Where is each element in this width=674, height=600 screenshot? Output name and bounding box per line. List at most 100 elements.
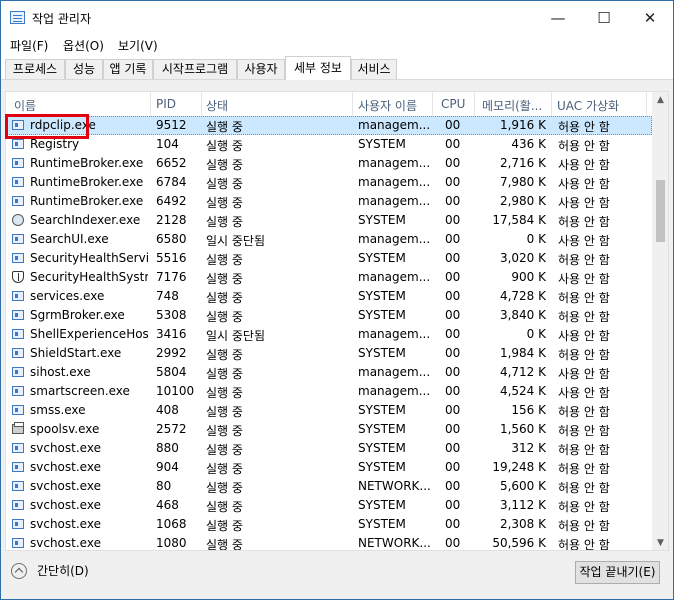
process-status: 실행 중: [206, 310, 243, 324]
table-row[interactable]: smss.exe 408 실행 중 SYSTEM 00 156 K 허용 안 함: [6, 401, 652, 420]
menu-file[interactable]: 파일(F): [10, 37, 48, 54]
process-pid: 3416: [156, 327, 187, 341]
column-header-cpu[interactable]: CPU: [441, 97, 471, 111]
minimize-button[interactable]: —: [535, 1, 581, 35]
table-row[interactable]: SgrmBroker.exe 5308 실행 중 SYSTEM 00 3,840 K 허용 …: [6, 306, 652, 325]
process-memory: 0 K: [526, 327, 546, 341]
table-row[interactable]: ShieldStart.exe 2992 실행 중 SYSTEM 00 1,984 K 허용…: [6, 344, 652, 363]
maximize-button[interactable]: ☐: [581, 1, 627, 35]
scroll-up-arrow-icon[interactable]: ▲: [652, 92, 668, 109]
process-memory: 900 K: [511, 270, 546, 284]
process-user: SYSTEM: [358, 460, 406, 474]
process-uac: 허용 안 함: [558, 538, 610, 551]
process-uac: 허용 안 함: [558, 519, 610, 533]
table-row[interactable]: services.exe 748 실행 중 SYSTEM 00 4,728 K 허용 안 함: [6, 287, 652, 306]
process-user: managem...: [358, 270, 430, 284]
task-manager-icon: [10, 11, 25, 24]
table-row[interactable]: RuntimeBroker.exe 6492 실행 중 managem... 00 2,9…: [6, 192, 652, 211]
process-memory: 312 K: [511, 441, 546, 455]
table-row[interactable]: rdpclip.exe 9512 실행 중 managem... 00 1,916 K 허용…: [6, 116, 652, 135]
table-row[interactable]: spoolsv.exe 2572 실행 중 SYSTEM 00 1,560 K 허용 안 함: [6, 420, 652, 439]
app-icon: [12, 253, 24, 263]
process-status: 실행 중: [206, 519, 243, 533]
table-row[interactable]: smartscreen.exe 10100 실행 중 managem... 00 4,52…: [6, 382, 652, 401]
table-row[interactable]: SecurityHealthSystra... 7176 실행 중 managem..…: [6, 268, 652, 287]
menu-options[interactable]: 옵션(O): [63, 37, 104, 54]
column-header-user[interactable]: 사용자 이름: [358, 97, 428, 114]
tab-users[interactable]: 사용자: [237, 59, 285, 79]
table-row[interactable]: svchost.exe 1080 실행 중 NETWORK... 00 50,596 K 허…: [6, 534, 652, 551]
process-pid: 5804: [156, 365, 187, 379]
process-memory: 2,980 K: [499, 194, 546, 208]
process-memory: 1,916 K: [499, 118, 546, 132]
end-task-button[interactable]: 작업 끝내기(E): [575, 561, 660, 584]
process-status: 실행 중: [206, 120, 243, 134]
scroll-down-arrow-icon[interactable]: ▼: [652, 535, 668, 550]
table-row[interactable]: svchost.exe 880 실행 중 SYSTEM 00 312 K 허용 안 함: [6, 439, 652, 458]
table-row[interactable]: svchost.exe 904 실행 중 SYSTEM 00 19,248 K 허용 안 함: [6, 458, 652, 477]
table-row[interactable]: SearchIndexer.exe 2128 실행 중 SYSTEM 00 17,584 …: [6, 211, 652, 230]
shield-icon: [12, 271, 24, 283]
table-row[interactable]: sihost.exe 5804 실행 중 managem... 00 4,712 K 사용 …: [6, 363, 652, 382]
process-uac: 허용 안 함: [558, 215, 610, 229]
process-name: sihost.exe: [30, 365, 91, 379]
column-header-uac[interactable]: UAC 가상화: [557, 97, 637, 114]
process-status: 실행 중: [206, 348, 243, 362]
table-row[interactable]: RuntimeBroker.exe 6652 실행 중 managem... 00 2,7…: [6, 154, 652, 173]
process-uac: 허용 안 함: [558, 348, 610, 362]
process-user: SYSTEM: [358, 251, 406, 265]
process-name: SearchUI.exe: [30, 232, 109, 246]
tab-performance[interactable]: 성능: [65, 59, 103, 79]
process-status: 실행 중: [206, 272, 243, 286]
process-status: 실행 중: [206, 538, 243, 551]
table-row[interactable]: Registry 104 실행 중 SYSTEM 00 436 K 허용 안 함: [6, 135, 652, 154]
process-uac: 사용 안 함: [558, 329, 610, 343]
process-status: 실행 중: [206, 215, 243, 229]
process-name: svchost.exe: [30, 460, 101, 474]
table-row[interactable]: ShellExperienceHost.... 3416 일시 중단됨 managem…: [6, 325, 652, 344]
process-uac: 허용 안 함: [558, 443, 610, 457]
process-uac: 허용 안 함: [558, 462, 610, 476]
column-header-memory[interactable]: 메모리(활...: [482, 97, 548, 114]
process-status: 일시 중단됨: [206, 234, 266, 248]
column-header-status[interactable]: 상태: [206, 97, 346, 114]
process-name: services.exe: [30, 289, 105, 303]
process-status: 실행 중: [206, 253, 243, 267]
process-name: SecurityHealthServic...: [30, 251, 148, 265]
process-name: svchost.exe: [30, 479, 101, 493]
tab-startup[interactable]: 시작프로그램: [153, 59, 237, 79]
process-cpu: 00: [445, 365, 461, 379]
tab-app-history[interactable]: 앱 기록: [103, 59, 153, 79]
column-header-name[interactable]: 이름: [14, 97, 148, 114]
process-pid: 1080: [156, 536, 187, 550]
tab-details[interactable]: 세부 정보: [285, 56, 351, 80]
collapse-toggle[interactable]: 간단히(D): [11, 562, 89, 579]
window-title: 작업 관리자: [32, 12, 92, 26]
process-user: NETWORK...: [358, 479, 430, 493]
table-body: rdpclip.exe 9512 실행 중 managem... 00 1,916 K 허용…: [6, 116, 652, 551]
process-memory: 3,112 K: [499, 498, 546, 512]
table-row[interactable]: svchost.exe 1068 실행 중 SYSTEM 00 2,308 K 허용 안 함: [6, 515, 652, 534]
process-status: 실행 중: [206, 177, 243, 191]
process-name: svchost.exe: [30, 536, 101, 550]
process-user: managem...: [358, 175, 430, 189]
process-pid: 748: [156, 289, 179, 303]
process-pid: 2572: [156, 422, 187, 436]
menu-view[interactable]: 보기(V): [118, 37, 158, 54]
table-row[interactable]: svchost.exe 80 실행 중 NETWORK... 00 5,600 K 허용 안…: [6, 477, 652, 496]
scrollbar-thumb[interactable]: [656, 180, 665, 242]
process-status: 실행 중: [206, 386, 243, 400]
process-uac: 사용 안 함: [558, 196, 610, 210]
table-row[interactable]: RuntimeBroker.exe 6784 실행 중 managem... 00 7,9…: [6, 173, 652, 192]
tab-services[interactable]: 서비스: [351, 59, 397, 79]
process-status: 실행 중: [206, 424, 243, 438]
close-button[interactable]: ✕: [627, 1, 673, 35]
table-row[interactable]: SecurityHealthServic... 5516 실행 중 SYSTEM 00 3…: [6, 249, 652, 268]
vertical-scrollbar[interactable]: ▲ ▼: [652, 92, 668, 550]
column-header-pid[interactable]: PID: [156, 97, 196, 111]
tab-processes[interactable]: 프로세스: [5, 59, 65, 79]
table-row[interactable]: svchost.exe 468 실행 중 SYSTEM 00 3,112 K 허용 안 함: [6, 496, 652, 515]
process-name: smss.exe: [30, 403, 86, 417]
table-row[interactable]: SearchUI.exe 6580 일시 중단됨 managem... 00 0 K 사용 …: [6, 230, 652, 249]
process-user: SYSTEM: [358, 308, 406, 322]
